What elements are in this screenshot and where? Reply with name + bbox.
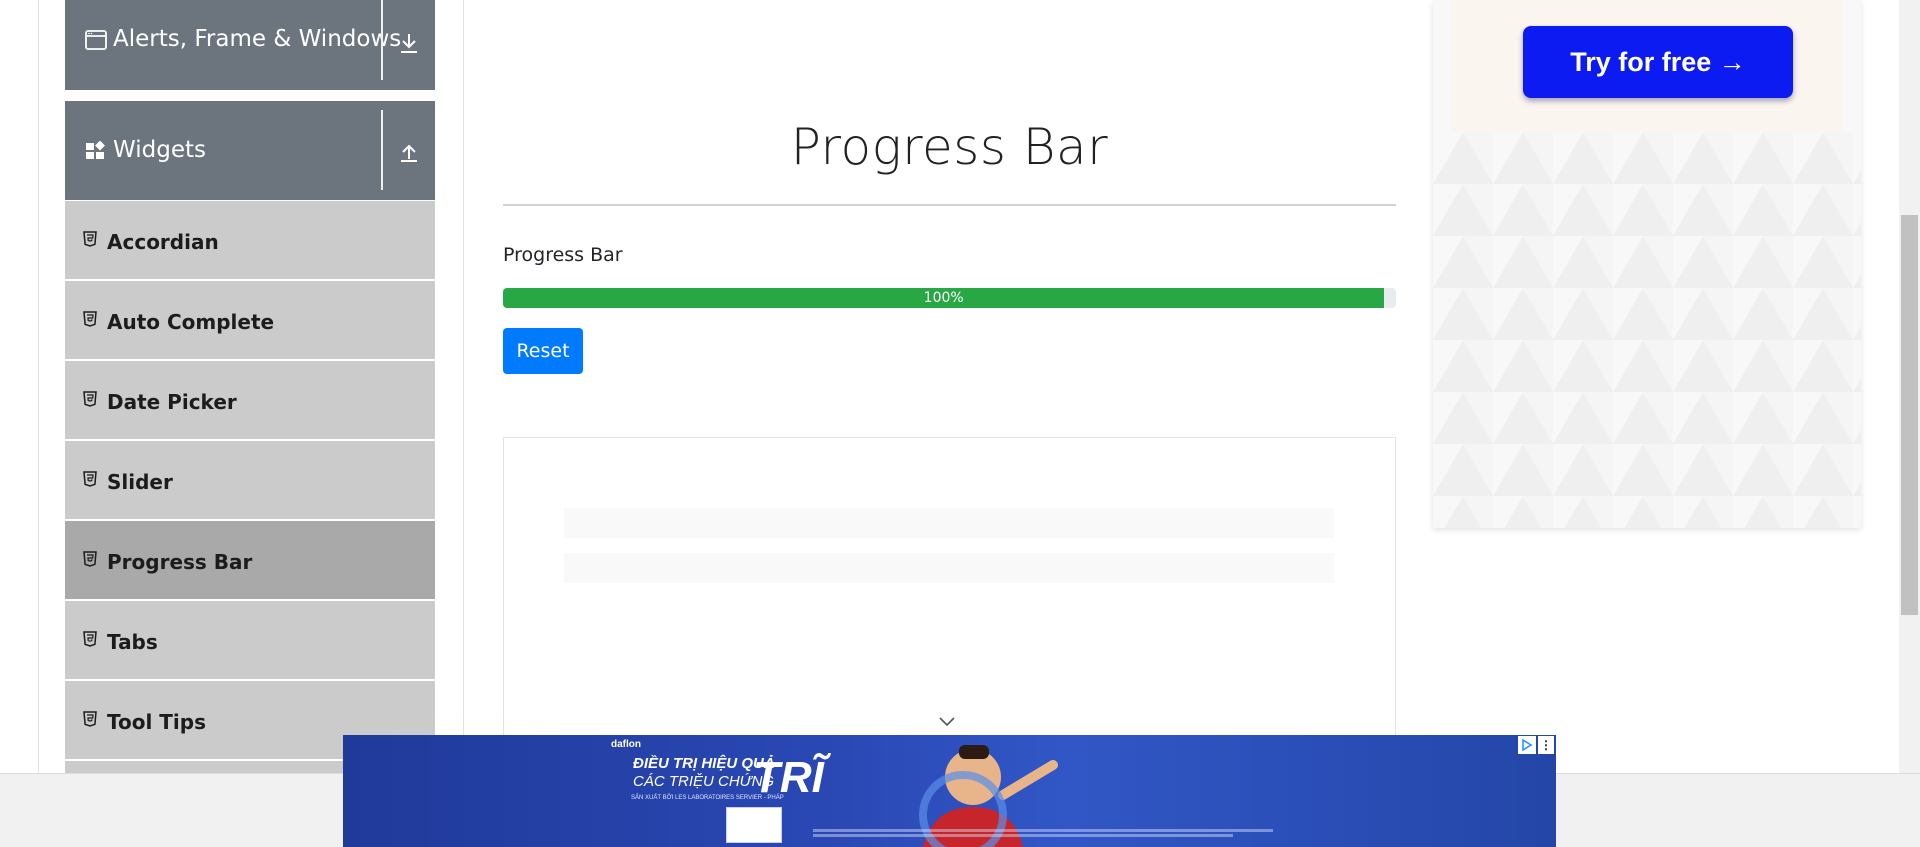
- sidebar-item-slider[interactable]: Slider: [65, 441, 435, 519]
- title-divider: [503, 204, 1396, 206]
- html5-icon: [83, 231, 97, 247]
- progress-bar-label: Progress Bar: [503, 244, 623, 266]
- sidebar-item-date-picker[interactable]: Date Picker: [65, 361, 435, 439]
- ad-menu-icon[interactable]: ⋮: [1538, 736, 1554, 754]
- ad-container[interactable]: [503, 437, 1396, 777]
- right-advertisement[interactable]: Try for free →: [1433, 0, 1861, 528]
- collapse-group-button[interactable]: [383, 127, 435, 177]
- ad-brand: daflon: [611, 739, 641, 750]
- reset-button[interactable]: Reset: [503, 328, 583, 374]
- html5-icon: [83, 631, 97, 647]
- sidebar-item-label: Date Picker: [107, 390, 237, 414]
- sidebar-item-auto-complete[interactable]: Auto Complete: [65, 281, 435, 359]
- expand-group-button[interactable]: [383, 18, 435, 68]
- ad-background-pattern: [1433, 132, 1861, 528]
- arrow-up-icon: [401, 144, 417, 162]
- ad-product-box: [726, 807, 782, 843]
- group-label-alerts-frame-windows: Alerts, Frame & Windows: [113, 26, 402, 52]
- window-icon: [85, 30, 107, 50]
- column-divider: [463, 0, 464, 773]
- page-title: Progress Bar: [790, 118, 1109, 176]
- group-header-widgets[interactable]: Widgets: [65, 101, 435, 200]
- html5-icon: [83, 711, 97, 727]
- html5-icon: [83, 311, 97, 327]
- sidebar-item-accordian[interactable]: Accordian: [65, 201, 435, 279]
- page-scrollbar[interactable]: [1899, 0, 1920, 773]
- sidebar-item-label: Tabs: [107, 630, 158, 654]
- html5-icon: [83, 471, 97, 487]
- ad-placeholder: [564, 508, 1334, 583]
- group-label-widgets: Widgets: [113, 137, 206, 163]
- sidebar-item-tabs[interactable]: Tabs: [65, 601, 435, 679]
- sidebar-item-label: Progress Bar: [107, 550, 253, 574]
- widgets-icon: [86, 141, 105, 159]
- chevron-down-icon[interactable]: [937, 715, 957, 729]
- adchoices-icon[interactable]: [1518, 736, 1536, 754]
- arrow-down-icon: [401, 34, 417, 53]
- sidebar-item-progress-bar[interactable]: Progress Bar: [65, 521, 435, 599]
- sidebar-item-label: Accordian: [107, 230, 219, 254]
- try-for-free-button[interactable]: Try for free →: [1523, 26, 1793, 98]
- page: Alerts, Frame & Windows Widgets Accordia…: [0, 0, 1920, 847]
- html5-icon: [83, 551, 97, 567]
- ad-cta-area: Try for free →: [1451, 0, 1843, 132]
- ad-fine-print: [813, 829, 1273, 837]
- group-header-alerts-frame-windows[interactable]: Alerts, Frame & Windows: [65, 0, 435, 90]
- sidebar-item-label: Tool Tips: [107, 710, 207, 734]
- ad-subtext: SẢN XUẤT BỞI LES LABORATOIRES SERVIER - …: [631, 795, 784, 801]
- html5-icon: [83, 391, 97, 407]
- bottom-banner-ad[interactable]: daflon ĐIỀU TRỊ HIỆU QUẢ CÁC TRIỆU CHỨNG…: [343, 735, 1556, 847]
- progress-bar-fill: 100%: [503, 288, 1385, 308]
- progress-bar: 100%: [503, 288, 1396, 308]
- scrollbar-thumb[interactable]: [1901, 215, 1918, 615]
- left-divider: [38, 0, 39, 773]
- sidebar-item-label: Auto Complete: [107, 310, 275, 334]
- sidebar-item-label: Slider: [107, 470, 173, 494]
